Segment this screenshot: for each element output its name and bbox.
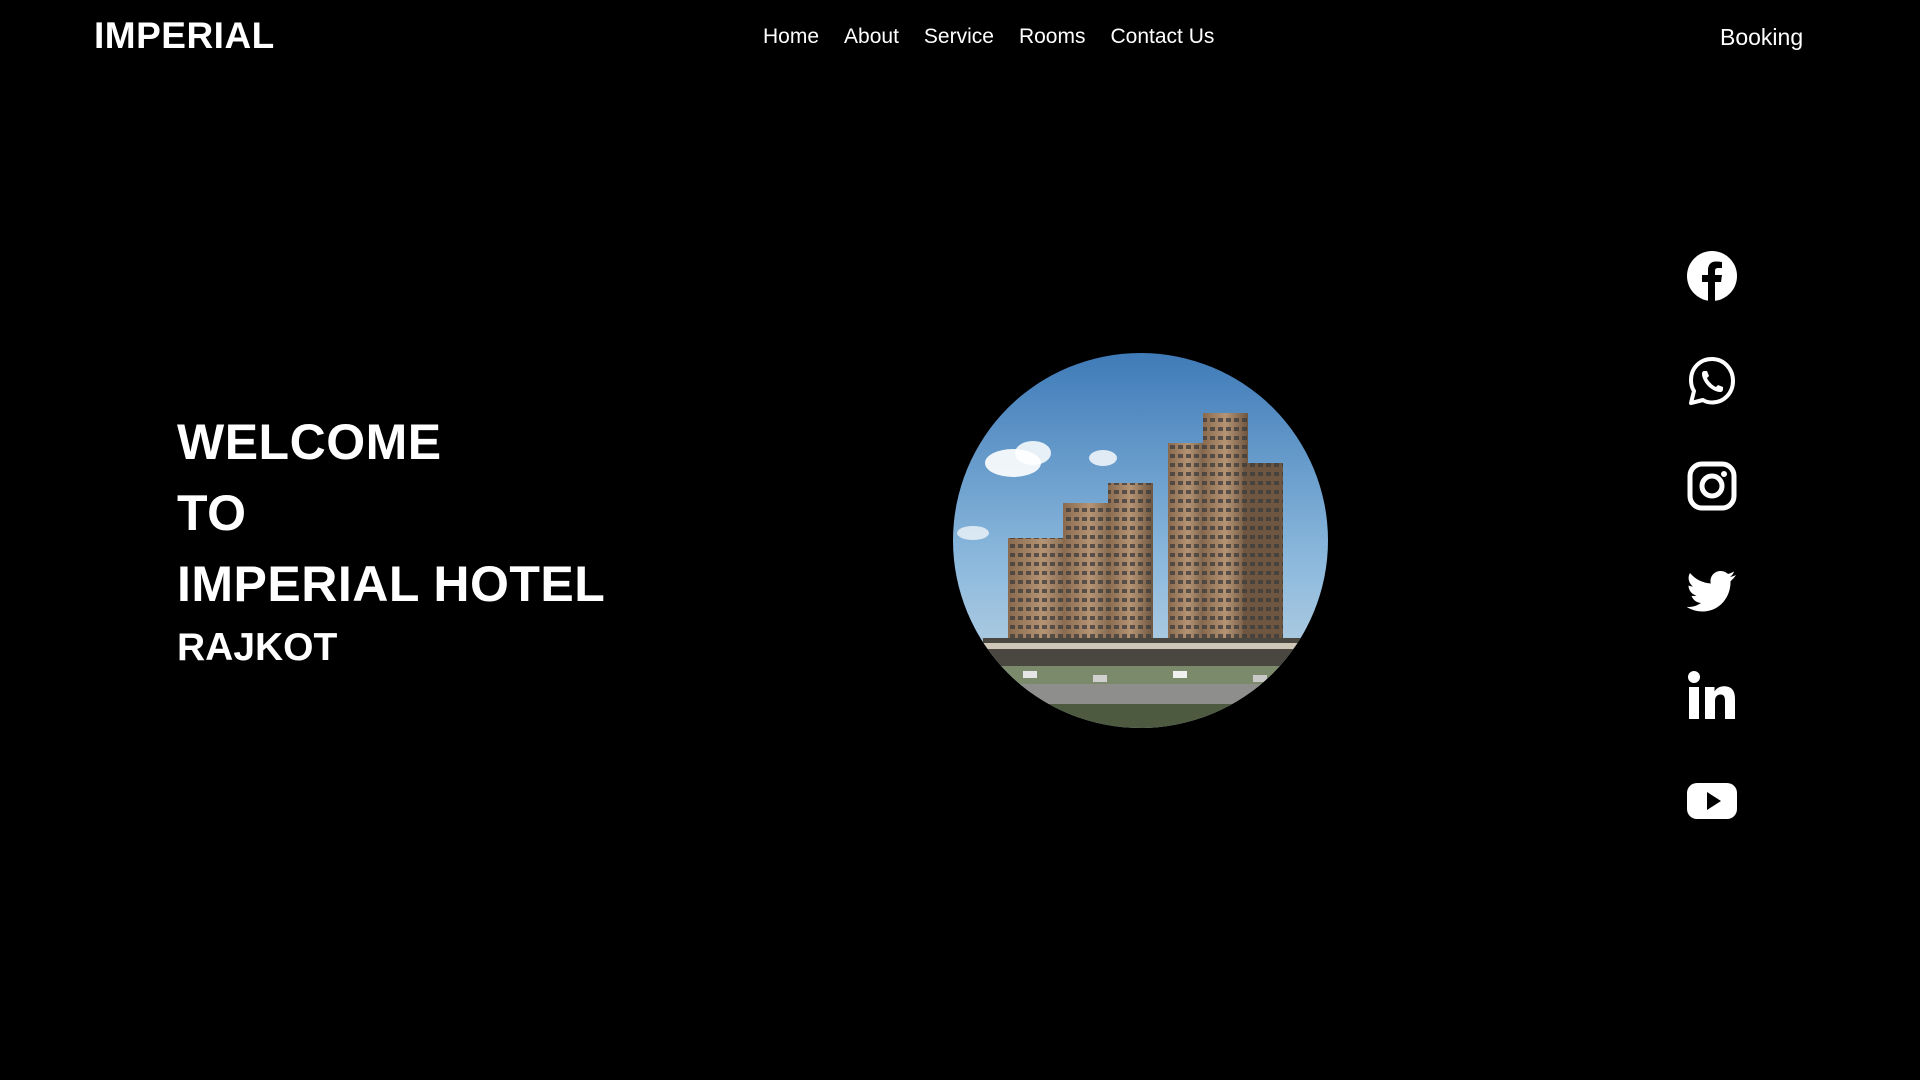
hero-line-to: TO: [177, 485, 247, 541]
instagram-icon-graphic: [1687, 461, 1737, 511]
facebook-icon-graphic: [1687, 251, 1737, 301]
facebook-icon[interactable]: [1686, 250, 1738, 302]
nav-contact-link[interactable]: Contact Us: [1110, 24, 1214, 50]
main-nav: Home About Service Rooms Contact Us: [763, 24, 1214, 50]
whatsapp-icon-graphic: [1689, 357, 1735, 405]
hotel-building-illustration: [953, 353, 1328, 728]
linkedin-icon[interactable]: [1686, 670, 1738, 722]
nav-service-link[interactable]: Service: [924, 24, 994, 50]
youtube-icon[interactable]: [1686, 775, 1738, 827]
nav-home-link[interactable]: Home: [763, 24, 819, 50]
booking-link[interactable]: Booking: [1720, 24, 1803, 50]
linkedin-icon-graphic: [1688, 671, 1735, 719]
social-links: [1686, 250, 1738, 880]
youtube-icon-graphic: [1687, 783, 1737, 819]
whatsapp-icon[interactable]: [1686, 355, 1738, 407]
top-navigation-bar: IMPERIAL Home About Service Rooms Contac…: [0, 0, 1920, 76]
hero-city: RAJKOT: [177, 626, 338, 669]
nav-about-link[interactable]: About: [844, 24, 899, 50]
twitter-icon-graphic: [1686, 571, 1736, 612]
twitter-icon[interactable]: [1686, 565, 1738, 617]
hero-line-welcome: WELCOME: [177, 414, 442, 470]
instagram-icon[interactable]: [1686, 460, 1738, 512]
hero-line-hotel-name: IMPERIAL HOTEL: [177, 556, 606, 612]
hotel-building-image: [953, 353, 1328, 728]
site-logo[interactable]: IMPERIAL: [94, 16, 275, 56]
hero-heading: WELCOME TO IMPERIAL HOTEL RAJKOT: [177, 407, 605, 676]
nav-rooms-link[interactable]: Rooms: [1019, 24, 1086, 50]
